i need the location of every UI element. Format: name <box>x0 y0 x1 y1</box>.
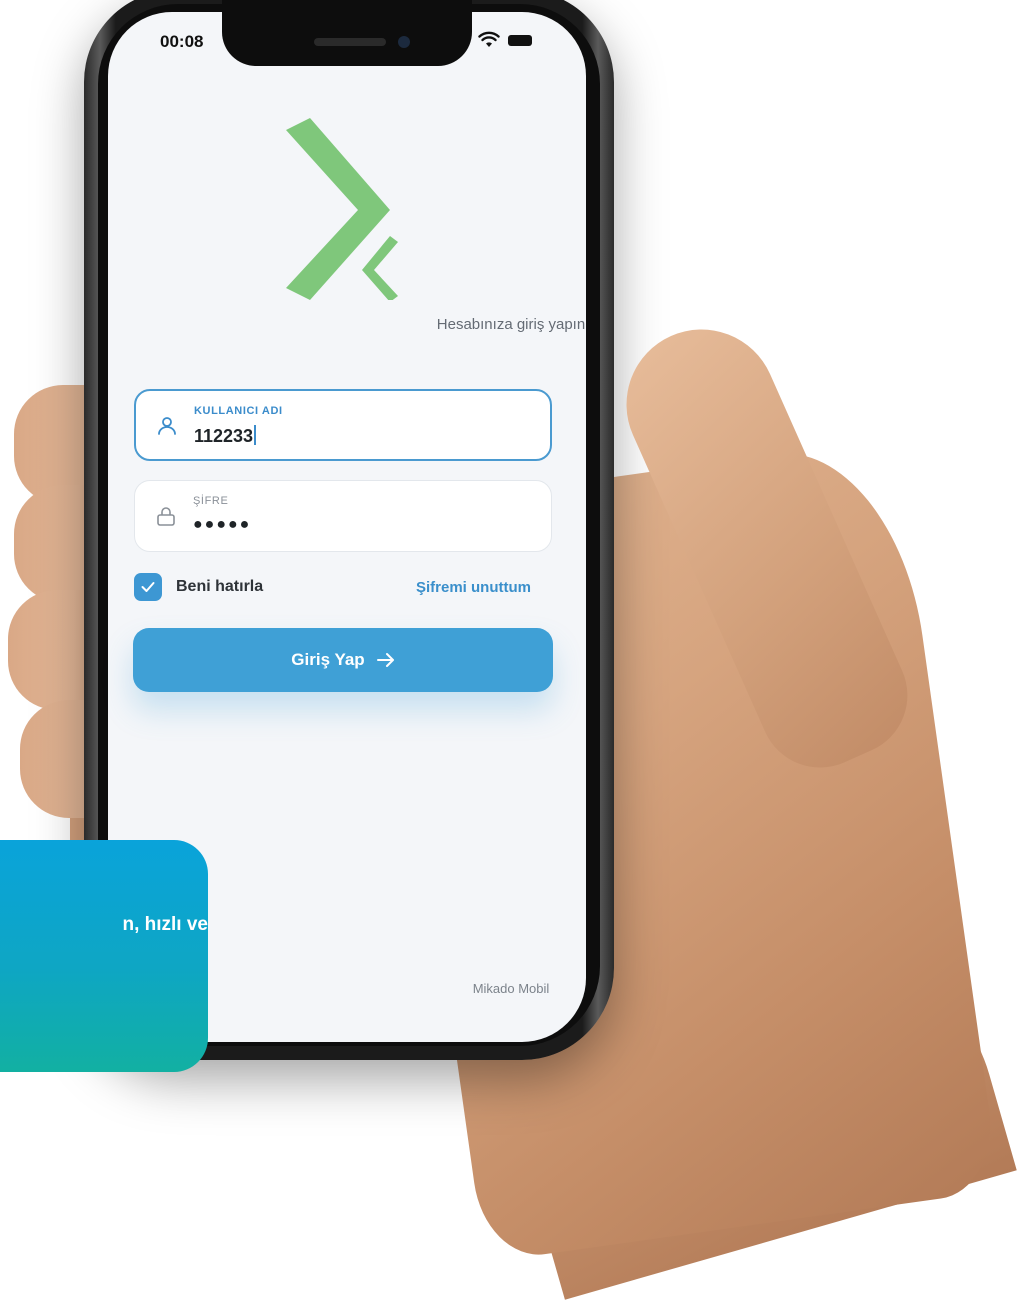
remember-label: Beni hatırla <box>176 578 264 595</box>
remember-checkbox[interactable] <box>134 573 162 601</box>
username-value[interactable]: 112233 <box>194 425 257 447</box>
login-button[interactable]: Giriş Yap <box>133 628 553 692</box>
username-field[interactable]: KULLANICI ADI 112233 <box>134 389 552 461</box>
promo-card <box>0 840 208 1072</box>
forgot-password-link[interactable]: Şifremi unuttum <box>416 579 531 596</box>
speaker <box>314 38 386 46</box>
battery-icon <box>508 34 532 46</box>
user-icon <box>158 417 176 435</box>
username-text: 112233 <box>194 426 254 446</box>
status-icons <box>478 30 532 50</box>
wifi-icon <box>478 31 500 47</box>
remember-me[interactable]: Beni hatırla <box>134 573 263 601</box>
login-subtitle: Hesabınıza giriş yapın <box>436 316 586 333</box>
app-logo <box>286 118 398 300</box>
login-button-label: Giriş Yap <box>291 650 365 669</box>
arrow-right-icon <box>376 653 394 667</box>
password-field[interactable]: ŞİFRE ●●●●● <box>134 480 552 552</box>
username-label: KULLANICI ADI <box>194 405 283 417</box>
text-caret <box>254 425 257 445</box>
check-icon <box>141 582 155 592</box>
password-value[interactable]: ●●●●● <box>193 516 251 534</box>
password-label: ŞİFRE <box>193 495 229 507</box>
status-time: 00:08 <box>160 32 204 51</box>
notch <box>222 0 472 66</box>
promo-text: n, hızlı ve <box>122 914 208 935</box>
lock-icon <box>157 507 175 526</box>
camera <box>398 36 410 48</box>
